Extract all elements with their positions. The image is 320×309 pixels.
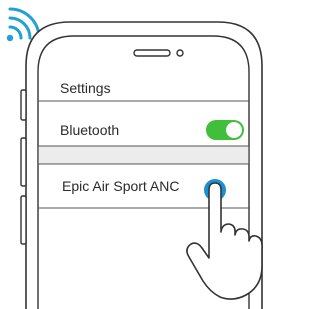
bluetooth-toggle[interactable] (206, 120, 244, 140)
bluetooth-label: Bluetooth (60, 122, 120, 138)
device-select-button[interactable] (204, 179, 226, 201)
section-gap-band (38, 146, 249, 165)
device-name[interactable]: Epic Air Sport ANC (62, 178, 180, 194)
phone-side-button (20, 89, 27, 121)
settings-header: Settings (60, 80, 111, 96)
phone-illustration (6, 7, 263, 309)
phone-side-button (20, 195, 27, 245)
phone-side-button (20, 137, 27, 187)
